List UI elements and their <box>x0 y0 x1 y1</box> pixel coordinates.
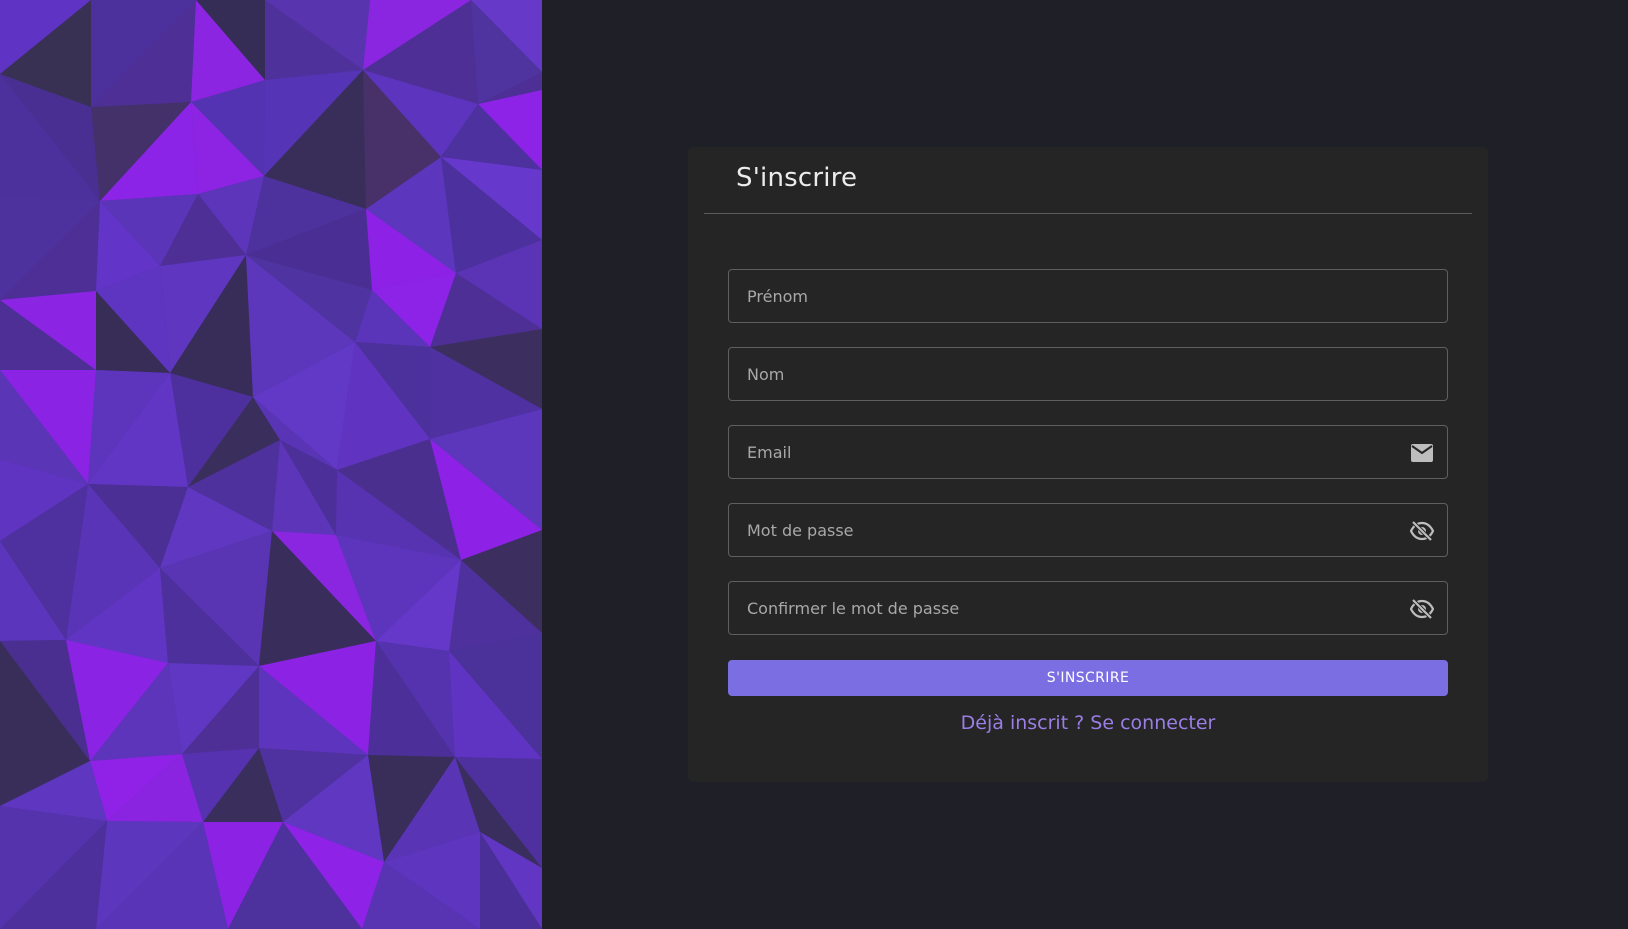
first-name-input[interactable] <box>729 270 1447 322</box>
low-poly-background <box>0 0 542 929</box>
card-header: S'inscrire <box>704 147 1472 214</box>
first-name-field <box>728 269 1448 323</box>
last-name-input[interactable] <box>729 348 1447 400</box>
password-input[interactable] <box>729 504 1447 556</box>
email-field <box>728 425 1448 479</box>
eye-off-icon[interactable] <box>1410 519 1434 543</box>
mail-icon <box>1410 441 1434 465</box>
email-input[interactable] <box>729 426 1447 478</box>
confirm-password-field <box>728 581 1448 635</box>
login-link[interactable]: Déjà inscrit ? Se connecter <box>728 712 1448 734</box>
confirm-password-input[interactable] <box>729 582 1447 634</box>
signup-card: S'inscrire Prénom Nom Email S'INSCRIRE D… <box>688 147 1488 782</box>
last-name-field <box>728 347 1448 401</box>
password-field <box>728 503 1448 557</box>
signup-page: S'inscrire Prénom Nom Email S'INSCRIRE D… <box>0 0 1628 929</box>
eye-off-icon[interactable] <box>1410 597 1434 621</box>
decorative-panel <box>0 0 542 929</box>
signup-button[interactable]: S'INSCRIRE <box>728 660 1448 696</box>
page-title: S'inscrire <box>736 163 858 193</box>
